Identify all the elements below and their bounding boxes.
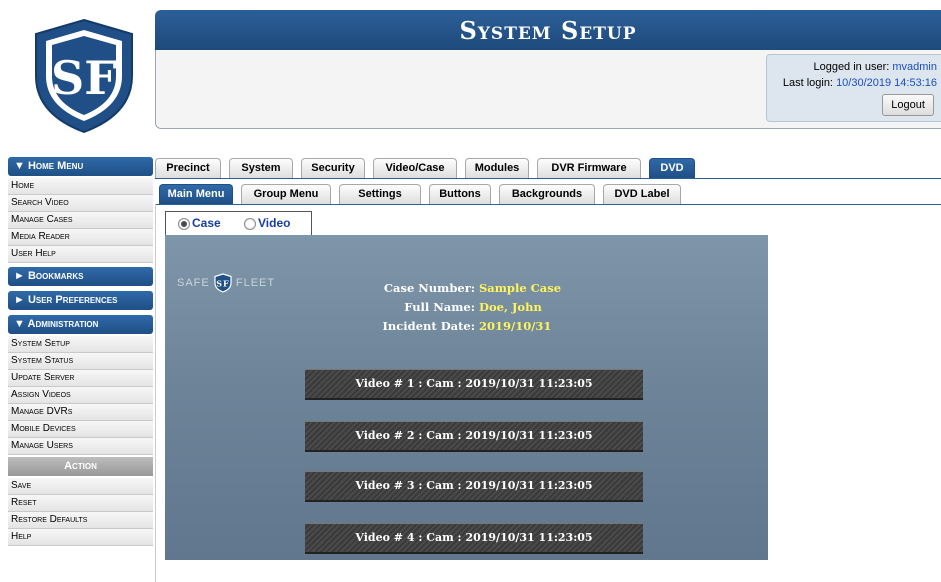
full-name-value: Doe, John	[479, 300, 542, 314]
sidebar-item-update-server[interactable]: Update Server	[8, 370, 153, 387]
full-name-label: Full Name:	[404, 300, 475, 314]
safe-fleet-brand: SAFE SF FLEET	[177, 273, 275, 297]
case-radio[interactable]	[178, 218, 190, 230]
incident-date-value: 2019/10/31	[479, 319, 552, 333]
action-header: Action	[8, 457, 153, 476]
logout-button[interactable]: Logout	[882, 94, 934, 116]
svg-text:SF: SF	[51, 51, 117, 105]
sidebar-item-mobile-devices[interactable]: Mobile Devices	[8, 421, 153, 438]
action-help[interactable]: Help	[8, 529, 153, 546]
subtab-backgrounds[interactable]: Backgrounds	[499, 184, 595, 204]
case-info: Case Number: Sample Case Full Name: Doe, J…	[355, 279, 562, 336]
preview-mode-selector: Case Video	[165, 211, 312, 238]
tab-precinct[interactable]: Precinct	[155, 158, 221, 178]
svg-text:SF: SF	[216, 279, 229, 289]
subtab-dvd-label[interactable]: DVD Label	[603, 184, 681, 204]
subtab-bar: Main Menu Group Menu Settings Buttons Ba…	[155, 184, 941, 205]
sidebar-item-manage-users[interactable]: Manage Users	[8, 438, 153, 455]
action-restore-defaults[interactable]: Restore Defaults	[8, 512, 153, 529]
sidebar: ▼ Home Menu Home Search Video Manage Cas…	[8, 155, 153, 546]
video-button-2[interactable]: Video # 2 : Cam : 2019/10/31 11:23:05	[305, 421, 643, 452]
dvd-menu-preview: SAFE SF FLEET Case Number: Sample Case Fu…	[165, 235, 768, 560]
video-button-3[interactable]: Video # 3 : Cam : 2019/10/31 11:23:05	[305, 471, 643, 502]
incident-date-label: Incident Date:	[382, 319, 475, 333]
last-login-value: 10/30/2019 14:53:16	[836, 77, 937, 89]
last-login-label: Last login:	[782, 77, 833, 89]
tab-security[interactable]: Security	[301, 158, 365, 178]
safe-fleet-logo: SF	[28, 16, 140, 136]
main-content: Case Video SAFE SF FLEET Case Number: Sam…	[155, 204, 941, 582]
subtab-settings[interactable]: Settings	[339, 184, 421, 204]
case-radio-label[interactable]: Case	[192, 216, 221, 230]
case-number-label: Case Number:	[383, 281, 475, 295]
video-button-4[interactable]: Video # 4 : Cam : 2019/10/31 11:23:05	[305, 523, 643, 554]
action-reset[interactable]: Reset	[8, 495, 153, 512]
sidebar-item-user-help[interactable]: User Help	[8, 246, 153, 263]
login-label: Logged in user:	[813, 61, 890, 73]
video-button-1[interactable]: Video # 1 : Cam : 2019/10/31 11:23:05	[305, 369, 643, 400]
tab-dvd[interactable]: DVD	[649, 158, 695, 178]
home-menu-header[interactable]: ▼ Home Menu	[8, 157, 153, 176]
sidebar-item-assign-videos[interactable]: Assign Videos	[8, 387, 153, 404]
tab-modules[interactable]: Modules	[465, 158, 529, 178]
header-panel: Logged in user: mvadmin Last login: 10/3…	[155, 50, 941, 129]
bookmarks-header[interactable]: ► Bookmarks	[8, 267, 153, 286]
login-info: Logged in user: mvadmin Last login: 10/3…	[766, 54, 941, 122]
video-radio[interactable]	[244, 218, 256, 230]
sidebar-item-system-setup[interactable]: System Setup	[8, 336, 153, 353]
sidebar-item-system-status[interactable]: System Status	[8, 353, 153, 370]
sf-shield-icon: SF	[214, 273, 232, 293]
login-user: mvadmin	[892, 61, 937, 73]
subtab-buttons[interactable]: Buttons	[429, 184, 491, 204]
case-number-value: Sample Case	[479, 281, 562, 295]
tab-system[interactable]: System	[229, 158, 293, 178]
tab-bar: Precinct System Security Video/Case Modu…	[155, 158, 941, 179]
sidebar-item-media-reader[interactable]: Media Reader	[8, 229, 153, 246]
sidebar-item-search-video[interactable]: Search Video	[8, 195, 153, 212]
administration-header[interactable]: ▼ Administration	[8, 315, 153, 334]
page-title: System Setup	[155, 10, 941, 50]
subtab-group-menu[interactable]: Group Menu	[241, 184, 331, 204]
video-radio-label[interactable]: Video	[258, 216, 290, 230]
sidebar-item-home[interactable]: Home	[8, 178, 153, 195]
action-save[interactable]: Save	[8, 478, 153, 495]
sidebar-item-manage-dvrs[interactable]: Manage DVRs	[8, 404, 153, 421]
subtab-main-menu[interactable]: Main Menu	[159, 184, 233, 204]
user-preferences-header[interactable]: ► User Preferences	[8, 291, 153, 310]
sidebar-item-manage-cases[interactable]: Manage Cases	[8, 212, 153, 229]
tab-video-case[interactable]: Video/Case	[373, 158, 457, 178]
tab-dvr-firmware[interactable]: DVR Firmware	[537, 158, 641, 178]
